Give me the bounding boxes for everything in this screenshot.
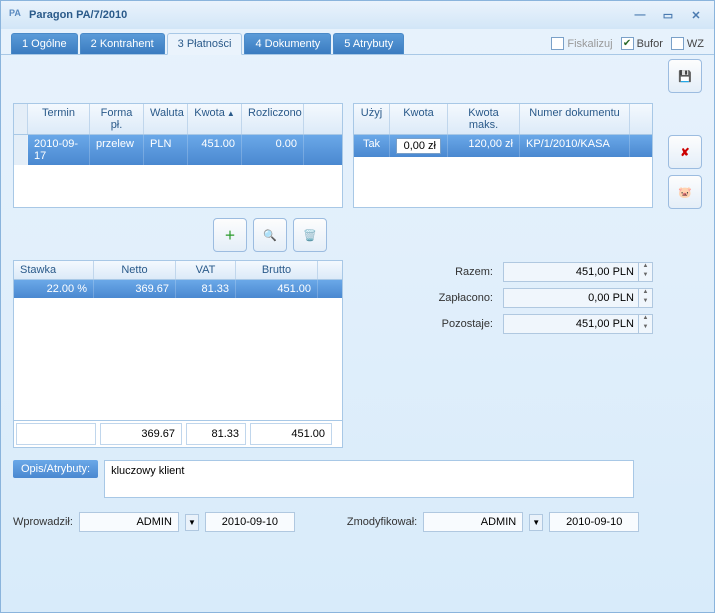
spinner-icon[interactable]: ▲▼ xyxy=(638,289,652,307)
trash-button[interactable]: 🗑️ xyxy=(293,218,327,252)
tab-kontrahent[interactable]: 2 Kontrahent xyxy=(80,33,165,54)
tab-ogolne[interactable]: 1 Ogólne xyxy=(11,33,78,54)
totals-panel: Razem: 451,00 PLN▲▼ Zapłacono: 0,00 PLN▲… xyxy=(423,262,653,448)
col-numer-dok[interactable]: Numer dokumentu xyxy=(520,104,630,134)
col-stawka[interactable]: Stawka xyxy=(14,261,94,279)
col-brutto[interactable]: Brutto xyxy=(236,261,318,279)
col-netto[interactable]: Netto xyxy=(94,261,176,279)
col-kwota-maks[interactable]: Kwota maks. xyxy=(448,104,520,134)
pozostaje-label: Pozostaje: xyxy=(423,318,503,330)
col-forma[interactable]: Forma pł. xyxy=(90,104,144,134)
zmodyfikowal-date[interactable]: 2010-09-10 xyxy=(549,512,639,532)
save-button[interactable]: 💾 xyxy=(668,59,702,93)
piggy-button[interactable]: 🐷 xyxy=(668,175,702,209)
vat-footer: 369.67 81.33 451.00 xyxy=(14,420,342,447)
tab-atrybuty[interactable]: 5 Atrybuty xyxy=(333,33,404,54)
tab-platnosci[interactable]: 3 Płatności xyxy=(167,33,243,55)
disk-check-icon: 💾 xyxy=(678,70,692,83)
delete-button[interactable]: ✘ xyxy=(668,135,702,169)
minimize-button[interactable]: — xyxy=(630,7,650,23)
sort-asc-icon: ▲ xyxy=(227,109,235,118)
spinner-icon[interactable]: ▲▼ xyxy=(638,315,652,333)
spinner-icon[interactable]: ▲▼ xyxy=(638,263,652,281)
wprowadzil-label: Wprowadził: xyxy=(13,516,73,528)
dropdown-icon[interactable]: ▼ xyxy=(185,514,199,531)
vat-grid[interactable]: Stawka Netto VAT Brutto 22.00 % 369.67 8… xyxy=(13,260,343,448)
razem-label: Razem: xyxy=(423,266,503,278)
opis-label[interactable]: Opis/Atrybuty: xyxy=(13,460,98,478)
payment-row[interactable]: 2010-09-17 przelew PLN 451.00 0.00 xyxy=(14,135,342,165)
col-uzyj[interactable]: Użyj xyxy=(354,104,390,134)
vat-row[interactable]: 22.00 % 369.67 81.33 451.00 xyxy=(14,280,342,298)
wprowadzil-date[interactable]: 2010-09-10 xyxy=(205,512,295,532)
checkbox-fiskalizuj[interactable]: Fiskalizuj xyxy=(551,37,612,50)
close-button[interactable]: ✕ xyxy=(686,7,706,23)
tab-dokumenty[interactable]: 4 Dokumenty xyxy=(244,33,331,54)
app-window: PA Paragon PA/7/2010 — ▭ ✕ 1 Ogólne 2 Ko… xyxy=(0,0,715,613)
grid-corner xyxy=(14,104,28,134)
zaplacono-label: Zapłacono: xyxy=(423,292,503,304)
app-icon: PA xyxy=(9,8,23,22)
tab-bar: 1 Ogólne 2 Kontrahent 3 Płatności 4 Doku… xyxy=(1,29,714,55)
add-button[interactable]: ＋ xyxy=(213,218,247,252)
document-row[interactable]: Tak 120,00 zł KP/1/2010/KASA xyxy=(354,135,652,157)
col-vat[interactable]: VAT xyxy=(176,261,236,279)
content-area: 💾 ✘ 🐷 Termin Forma pł. Waluta Kwota▲ Roz… xyxy=(1,55,714,612)
razem-value[interactable]: 451,00 PLN▲▼ xyxy=(503,262,653,282)
col-rozliczono[interactable]: Rozliczono xyxy=(242,104,304,134)
trash-icon: 🗑️ xyxy=(303,229,317,242)
window-title: Paragon PA/7/2010 xyxy=(29,9,630,21)
zaplacono-value[interactable]: 0,00 PLN▲▼ xyxy=(503,288,653,308)
checkbox-wz[interactable]: WZ xyxy=(671,37,704,50)
dropdown-icon[interactable]: ▼ xyxy=(529,514,543,531)
opis-textarea[interactable]: kluczowy klient xyxy=(104,460,634,498)
checkbox-bufor[interactable]: ✔Bufor xyxy=(621,37,663,50)
search-button[interactable]: 🔍 xyxy=(253,218,287,252)
piggy-icon: 🐷 xyxy=(678,186,692,199)
pozostaje-value[interactable]: 451,00 PLN▲▼ xyxy=(503,314,653,334)
wprowadzil-user[interactable]: ADMIN xyxy=(79,512,179,532)
magnifier-icon: 🔍 xyxy=(263,229,277,242)
col-kwota2[interactable]: Kwota xyxy=(390,104,448,134)
x-icon: ✘ xyxy=(680,146,689,159)
col-termin[interactable]: Termin xyxy=(28,104,90,134)
zmodyfikowal-label: Zmodyfikował: xyxy=(347,516,417,528)
zmodyfikowal-user[interactable]: ADMIN xyxy=(423,512,523,532)
payments-grid[interactable]: Termin Forma pł. Waluta Kwota▲ Rozliczon… xyxy=(13,103,343,208)
documents-grid[interactable]: Użyj Kwota Kwota maks. Numer dokumentu T… xyxy=(353,103,653,208)
col-kwota[interactable]: Kwota▲ xyxy=(188,104,242,134)
titlebar: PA Paragon PA/7/2010 — ▭ ✕ xyxy=(1,1,714,29)
maximize-button[interactable]: ▭ xyxy=(658,7,678,23)
kwota-input[interactable] xyxy=(396,138,441,154)
col-waluta[interactable]: Waluta xyxy=(144,104,188,134)
plus-icon: ＋ xyxy=(225,227,236,243)
